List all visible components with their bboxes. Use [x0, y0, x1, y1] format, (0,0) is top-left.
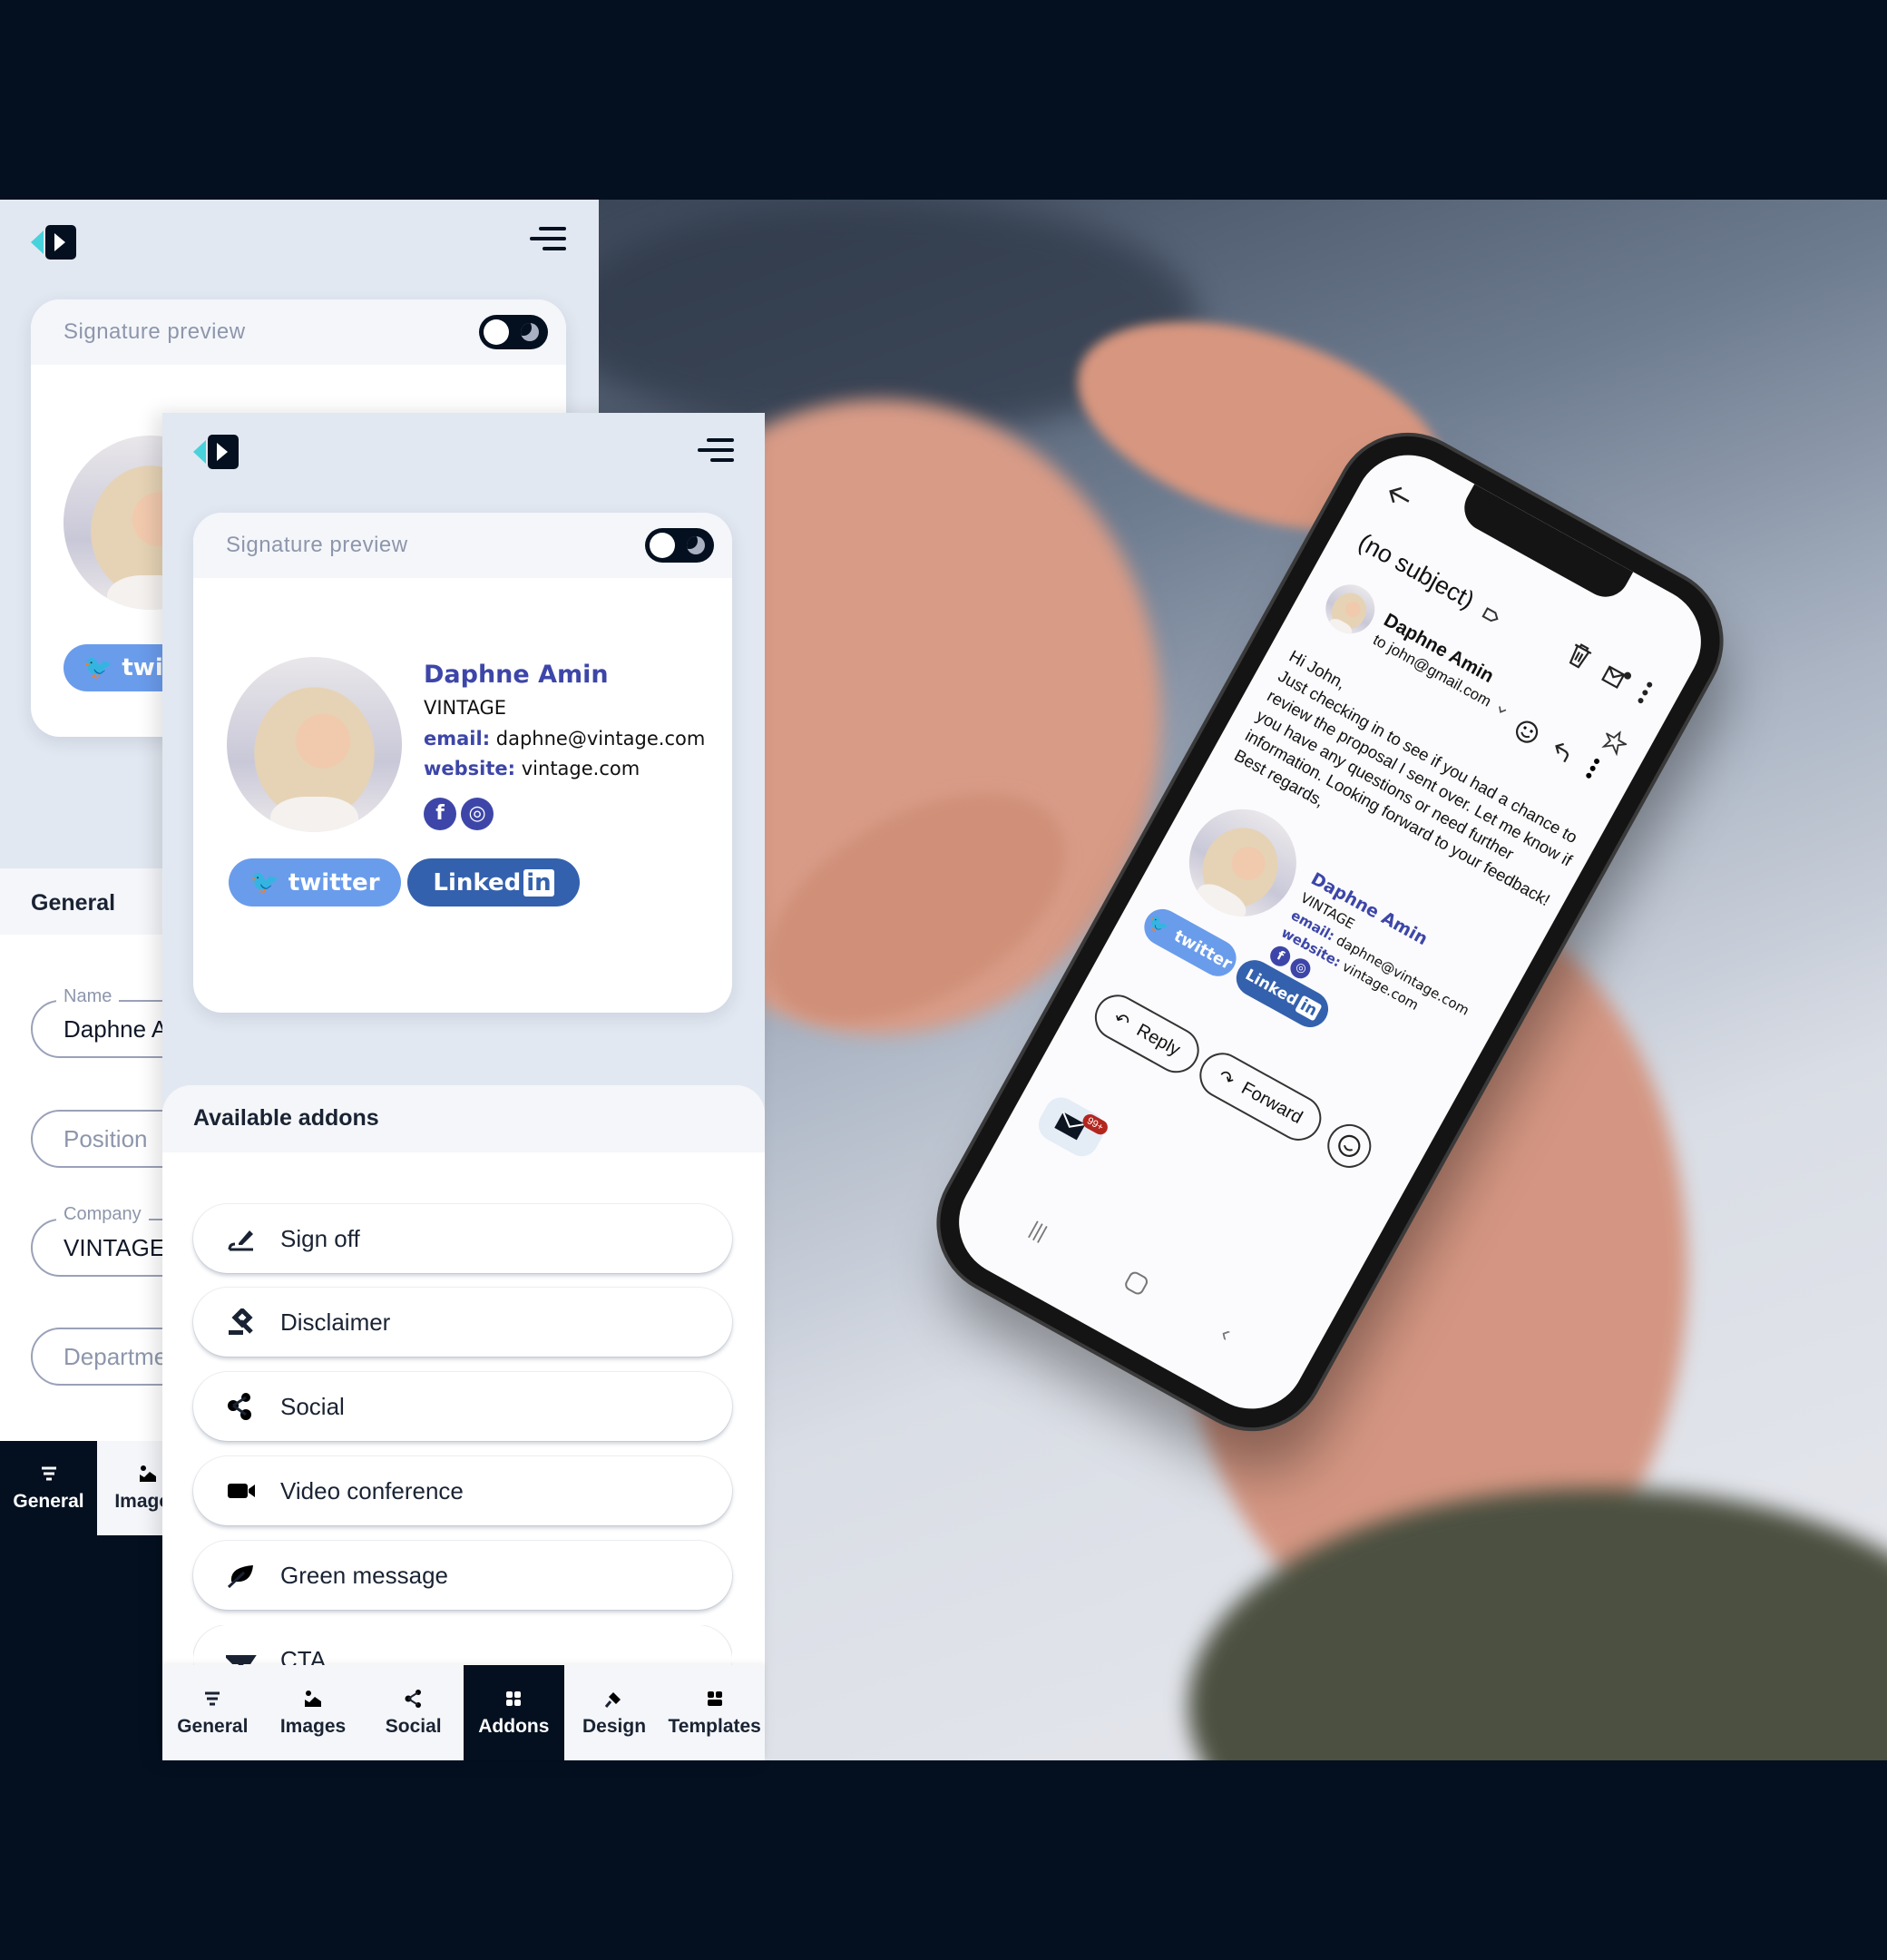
- tab-templates[interactable]: Templates: [664, 1665, 765, 1760]
- react-emoji-button[interactable]: [1318, 1115, 1380, 1177]
- signature-icon: [228, 1230, 253, 1251]
- signature-avatar: [227, 657, 402, 832]
- forward-icon: ↷: [1215, 1065, 1238, 1092]
- emoji-icon[interactable]: [1511, 716, 1542, 748]
- preview-header: Signature preview: [31, 299, 566, 365]
- leaf-icon: [227, 1565, 253, 1589]
- twitter-bird-icon: 🐦: [1145, 911, 1173, 939]
- front-tab-bar: General Images Social Addons Design Temp…: [162, 1665, 765, 1760]
- tab-social[interactable]: Social: [363, 1665, 464, 1760]
- mark-unread-icon[interactable]: [1599, 661, 1634, 694]
- signature-social-icons: f ◎: [424, 798, 494, 830]
- signature-company: VINTAGE: [424, 697, 507, 719]
- instagram-icon[interactable]: ◎: [461, 798, 494, 830]
- star-icon[interactable]: [1599, 725, 1631, 757]
- more-icon[interactable]: [1636, 680, 1655, 705]
- reply-button[interactable]: ↶ Reply: [1086, 986, 1207, 1082]
- addon-cta-clip: CTA: [193, 1625, 732, 1665]
- message-more-icon[interactable]: [1584, 757, 1602, 781]
- tab-addons[interactable]: Addons: [464, 1665, 564, 1760]
- addon-disclaimer[interactable]: Disclaimer: [193, 1288, 732, 1357]
- name-label: Name: [56, 986, 120, 1007]
- signature-website: website: vintage.com: [424, 758, 640, 779]
- moon-icon: [687, 536, 705, 554]
- templates-icon: [707, 1690, 722, 1706]
- addon-social[interactable]: Social: [193, 1372, 732, 1441]
- twitter-button[interactable]: 🐦 twitter: [229, 858, 401, 906]
- tab-general[interactable]: General: [0, 1441, 97, 1535]
- tab-design[interactable]: Design: [564, 1665, 665, 1760]
- reply-icon[interactable]: [1548, 737, 1577, 765]
- forward-button[interactable]: ↷ Forward: [1191, 1044, 1330, 1149]
- addon-sign-off[interactable]: Sign off: [193, 1204, 732, 1273]
- sender-avatar: [1316, 575, 1383, 642]
- app-logo: [31, 225, 78, 260]
- share-icon: [228, 1393, 251, 1420]
- trash-icon[interactable]: [1563, 639, 1596, 672]
- menu-icon[interactable]: [530, 227, 566, 252]
- addon-green-message[interactable]: Green message: [193, 1541, 732, 1610]
- chevron-down-icon[interactable]: [1496, 705, 1508, 716]
- signature-email: email: daphne@vintage.com: [424, 728, 706, 750]
- mail-fab[interactable]: 99+: [1032, 1091, 1110, 1162]
- twitter-bird-icon: 🐦: [83, 654, 113, 681]
- preview-title: Signature preview: [64, 319, 246, 344]
- image-icon: [139, 1465, 156, 1482]
- preview-title: Signature preview: [226, 533, 408, 557]
- cta-icon: [226, 1655, 257, 1665]
- home-nav-icon[interactable]: [1122, 1269, 1150, 1298]
- facebook-icon[interactable]: f: [424, 798, 456, 830]
- unread-badge: 99+: [1080, 1112, 1110, 1138]
- image-icon: [305, 1690, 321, 1707]
- gavel-icon: [229, 1308, 253, 1335]
- moon-icon: [521, 323, 539, 341]
- preview-header: Signature preview: [193, 513, 732, 578]
- list-icon: [205, 1691, 220, 1705]
- share-icon: [405, 1689, 421, 1708]
- reply-icon: ↶: [1110, 1007, 1134, 1034]
- company-label: Company: [56, 1204, 149, 1225]
- tab-images[interactable]: Images: [263, 1665, 364, 1760]
- app-logo: [193, 435, 240, 469]
- addons-title: Available addons: [162, 1085, 765, 1152]
- list-icon: [41, 1466, 56, 1481]
- dark-mode-toggle[interactable]: [645, 528, 714, 563]
- back-nav-icon[interactable]: ‹: [1216, 1319, 1237, 1348]
- signature-name: Daphne Amin: [424, 661, 609, 689]
- video-icon: [228, 1484, 255, 1498]
- menu-icon[interactable]: [698, 438, 734, 464]
- addon-video-conference[interactable]: Video conference: [193, 1456, 732, 1525]
- grid-icon: [506, 1690, 522, 1706]
- label-icon[interactable]: [1479, 603, 1503, 628]
- addon-cta[interactable]: CTA: [193, 1625, 732, 1665]
- recents-nav-icon[interactable]: |||: [1026, 1217, 1051, 1245]
- twitter-bird-icon: 🐦: [249, 868, 279, 897]
- dark-mode-toggle[interactable]: [479, 315, 548, 349]
- signature-preview-card: Signature preview Daphne Amin VINTAGE em…: [193, 513, 732, 1013]
- mail-icon: [1054, 1111, 1086, 1141]
- back-arrow-icon[interactable]: [1383, 481, 1415, 513]
- linkedin-button[interactable]: Linked in: [407, 858, 580, 906]
- brush-icon: [604, 1691, 621, 1708]
- tab-general[interactable]: General: [162, 1665, 263, 1760]
